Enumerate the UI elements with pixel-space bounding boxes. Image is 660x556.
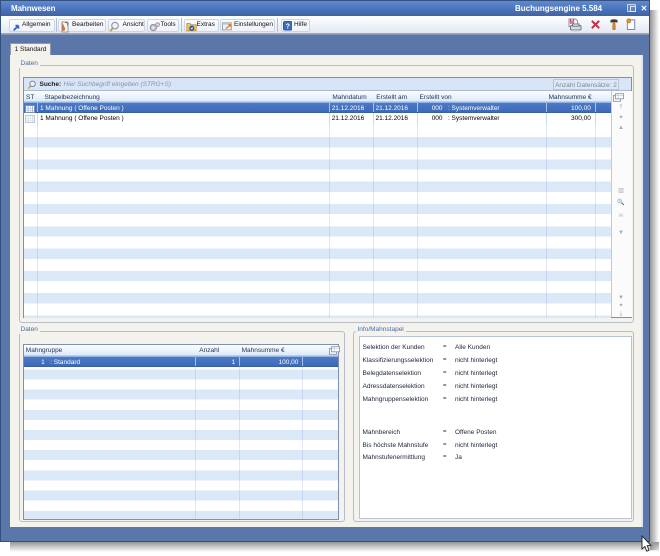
svg-text:?: ? — [285, 22, 289, 30]
